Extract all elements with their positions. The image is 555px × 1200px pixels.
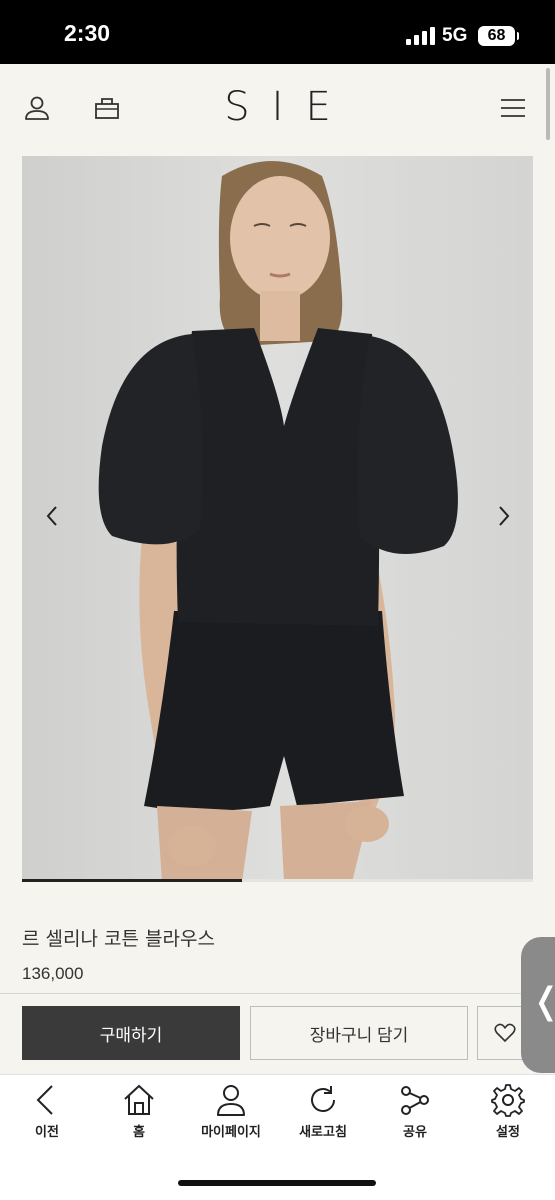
share-icon xyxy=(401,1086,429,1115)
carousel-progress-fill xyxy=(22,879,242,882)
back-arrow-icon xyxy=(36,1085,53,1115)
carousel-prev-icon[interactable] xyxy=(42,501,62,531)
status-time: 2:30 xyxy=(64,20,111,46)
side-handle-chevron-icon: ❬ xyxy=(531,981,555,1022)
phone-screen: 2:30 5G 68 SIE 르 셀리나 코튼 블라우스 136,000 구매하… xyxy=(0,0,555,1200)
side-panel-handle[interactable]: ❬ xyxy=(521,937,555,1073)
home-icon xyxy=(124,1084,154,1115)
web-page[interactable]: SIE 르 셀리나 코튼 블라우스 136,000 구매하기 장바구니 담기 xyxy=(0,64,555,1074)
carousel-progress-bar xyxy=(22,879,533,882)
toolbar-back-button[interactable]: 이전 xyxy=(1,1083,93,1157)
toolbar-mypage-button[interactable]: 마이페이지 xyxy=(185,1083,277,1157)
toolbar-refresh-button[interactable]: 새로고침 xyxy=(277,1083,369,1157)
toolbar-refresh-label: 새로고침 xyxy=(299,1125,347,1140)
divider xyxy=(0,993,555,994)
toolbar-share-button[interactable]: 공유 xyxy=(369,1083,461,1157)
site-logo[interactable]: SIE xyxy=(0,84,555,130)
add-to-cart-button[interactable]: 장바구니 담기 xyxy=(250,1006,468,1060)
cellular-signal-icon xyxy=(406,27,436,45)
buy-now-button[interactable]: 구매하기 xyxy=(22,1006,240,1060)
network-label: 5G xyxy=(442,25,468,46)
toolbar-back-label: 이전 xyxy=(35,1125,59,1140)
toolbar-settings-label: 설정 xyxy=(496,1125,520,1140)
toolbar-settings-button[interactable]: 설정 xyxy=(462,1083,554,1157)
refresh-icon xyxy=(311,1086,335,1112)
battery-level: 68 xyxy=(487,27,506,44)
toolbar-home-label: 홈 xyxy=(133,1125,145,1140)
product-name: 르 셀리나 코튼 블라우스 xyxy=(22,928,215,950)
toolbar-mypage-label: 마이페이지 xyxy=(201,1125,261,1140)
toolbar-home-button[interactable]: 홈 xyxy=(93,1083,185,1157)
carousel-next-icon[interactable] xyxy=(494,501,514,531)
status-bar: 2:30 5G 68 xyxy=(0,0,555,64)
product-image-carousel[interactable] xyxy=(22,156,533,882)
hamburger-menu-icon[interactable] xyxy=(499,94,527,122)
home-indicator[interactable] xyxy=(178,1180,376,1186)
toolbar-share-label: 공유 xyxy=(403,1125,427,1140)
settings-gear-icon xyxy=(491,1084,525,1117)
heart-icon xyxy=(494,1023,516,1042)
battery-icon: 68 xyxy=(478,26,519,46)
person-icon xyxy=(217,1085,245,1116)
site-header: SIE xyxy=(0,64,555,156)
product-photo xyxy=(22,156,533,882)
product-price: 136,000 xyxy=(22,964,84,983)
